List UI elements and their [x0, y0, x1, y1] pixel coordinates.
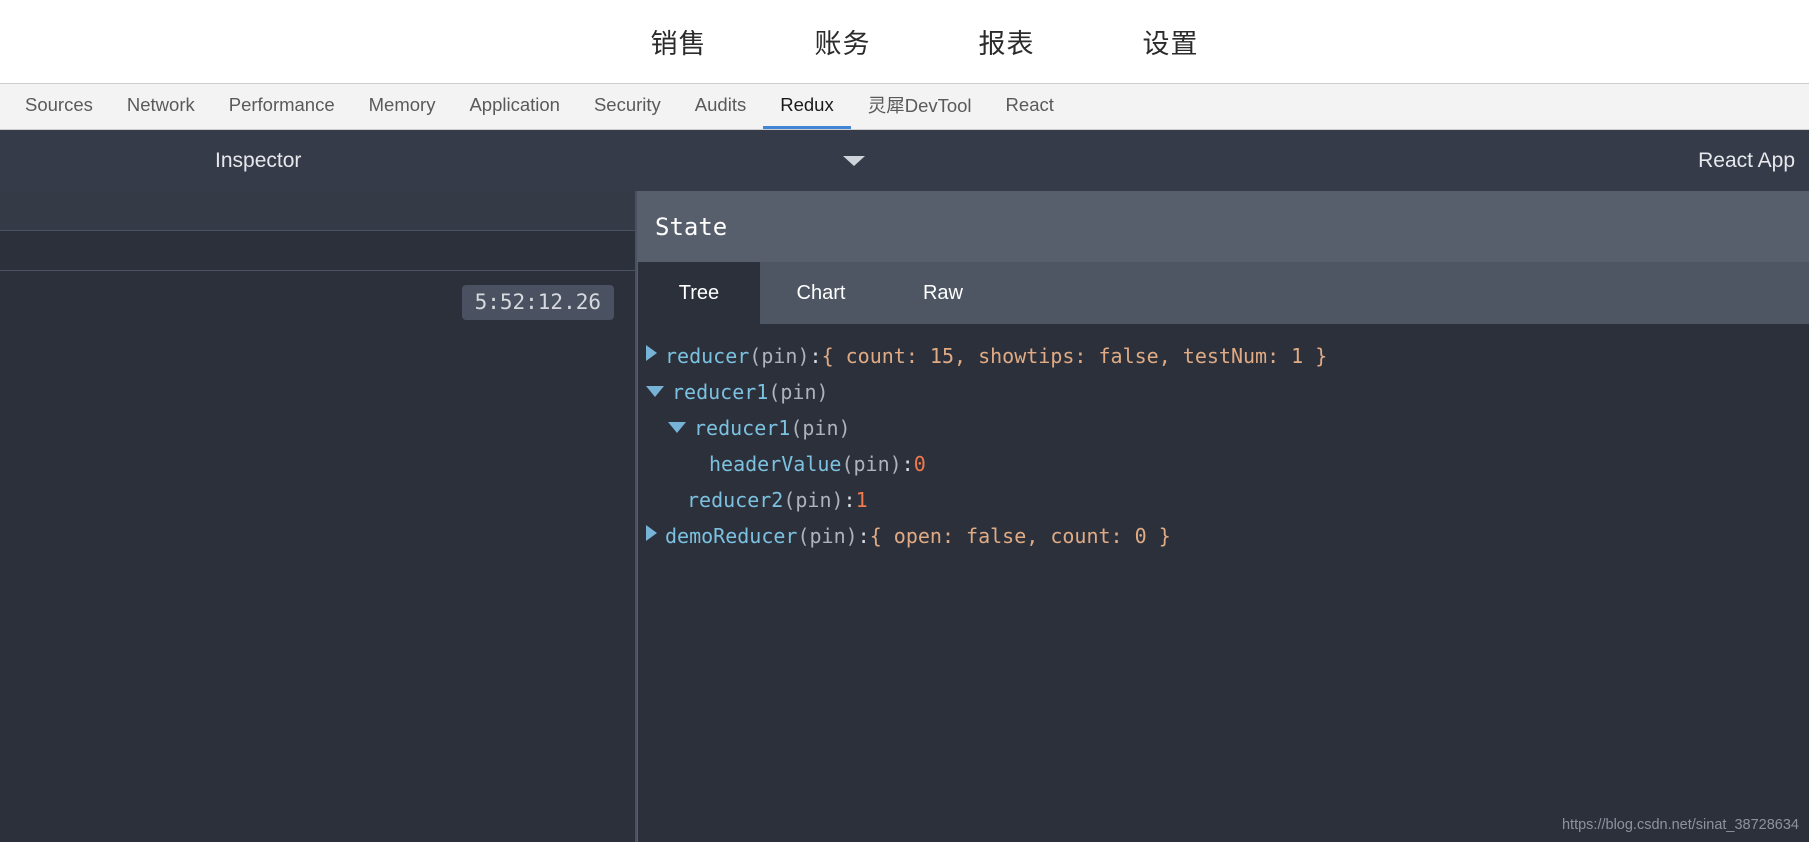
triangle-down-icon[interactable]: [646, 386, 664, 397]
devtools-tab-application[interactable]: Application: [452, 84, 577, 129]
state-tree-row[interactable]: headerValue (pin): 0: [646, 446, 1809, 482]
tree-node-pin-label: (pin): [768, 380, 829, 404]
devtools-tab-strip: Sources Network Performance Memory Applicati…: [0, 83, 1809, 130]
site-nav-item[interactable]: 报表: [979, 22, 1035, 61]
state-tree-row[interactable]: demoReducer (pin): { open: false, count:…: [646, 518, 1809, 554]
devtools-tab-performance[interactable]: Performance: [212, 84, 352, 129]
tree-node-pin-label: (pin): [841, 452, 902, 476]
state-tree-row[interactable]: reducer1 (pin): [646, 374, 1809, 410]
action-timestamp-row: 5:52:12.26: [0, 271, 635, 333]
triangle-down-icon[interactable]: [668, 422, 686, 433]
state-tree-row[interactable]: reducer2 (pin): 1: [646, 482, 1809, 518]
site-top-nav: 销售 账务 报表 设置: [0, 0, 1809, 83]
tree-node-colon: :: [901, 452, 914, 476]
tree-node-colon: :: [809, 344, 822, 368]
devtools-tab-network[interactable]: Network: [110, 84, 212, 129]
tree-node-colon: :: [857, 524, 870, 548]
state-tab-tree[interactable]: Tree: [638, 262, 760, 324]
tree-node-pin-label: (pin): [790, 416, 851, 440]
inspector-header-bar: Inspector React App: [0, 130, 1809, 191]
watermark: https://blog.csdn.net/sinat_38728634: [1561, 817, 1799, 833]
state-panel-header: State: [638, 191, 1809, 262]
action-row[interactable]: [0, 231, 635, 271]
state-pane: State Tree Chart Raw reducer (pin): { coun…: [637, 191, 1809, 842]
state-tree-row[interactable]: reducer (pin): { count: 15, showtips: fa…: [646, 338, 1809, 374]
site-nav-item[interactable]: 销售: [651, 22, 707, 61]
action-list-pane[interactable]: 5:52:12.26: [0, 191, 637, 842]
devtools-body: 5:52:12.26 State Tree Chart Raw reducer (p…: [0, 191, 1809, 842]
devtools-tab-redux[interactable]: Redux: [763, 84, 851, 129]
site-nav-item[interactable]: 账务: [815, 22, 871, 61]
triangle-right-icon[interactable]: [646, 525, 657, 541]
tree-node-preview: { count: 15, showtips: false, testNum: 1…: [821, 344, 1328, 368]
devtools-tab-security[interactable]: Security: [577, 84, 678, 129]
state-tab-raw[interactable]: Raw: [882, 262, 1004, 324]
tree-node-key: demoReducer: [665, 524, 798, 548]
devtools-tab-audits[interactable]: Audits: [678, 84, 763, 129]
devtools-tab--devtool[interactable]: 灵犀DevTool: [851, 84, 989, 129]
tree-node-pin-label: (pin): [783, 488, 844, 512]
tree-node-key: reducer1: [694, 416, 791, 440]
tree-node-key: reducer: [665, 344, 750, 368]
app-root: 销售 账务 报表 设置 Sources Network Performance Memory…: [0, 0, 1809, 842]
state-tree-row[interactable]: reducer1 (pin): [646, 410, 1809, 446]
tree-node-key: headerValue: [709, 452, 842, 476]
chevron-down-icon[interactable]: [843, 155, 865, 166]
tree-node-pin-label: (pin): [749, 344, 810, 368]
devtools-tab-sources[interactable]: Sources: [8, 84, 110, 129]
tree-node-key: reducer2: [687, 488, 784, 512]
tree-node-key: reducer1: [672, 380, 769, 404]
triangle-right-icon[interactable]: [646, 345, 657, 361]
tree-node-colon: :: [843, 488, 856, 512]
state-tab-chart[interactable]: Chart: [760, 262, 882, 324]
tree-node-preview: { open: false, count: 0 }: [869, 524, 1171, 548]
tree-node-value: 0: [913, 452, 926, 476]
state-tab-strip: Tree Chart Raw: [638, 262, 1809, 324]
state-tree: reducer (pin): { count: 15, showtips: fa…: [638, 324, 1809, 842]
devtools-tab-memory[interactable]: Memory: [352, 84, 453, 129]
tree-node-value: 1: [855, 488, 868, 512]
site-nav-item[interactable]: 设置: [1143, 22, 1199, 61]
timestamp-badge: 5:52:12.26: [461, 284, 614, 320]
tree-node-pin-label: (pin): [797, 524, 858, 548]
action-row[interactable]: [0, 191, 635, 231]
state-panel-title: State: [655, 212, 728, 241]
devtools-tab-react[interactable]: React: [989, 84, 1071, 129]
inspector-app-name: React App: [1698, 148, 1795, 172]
inspector-title: Inspector: [215, 148, 302, 172]
